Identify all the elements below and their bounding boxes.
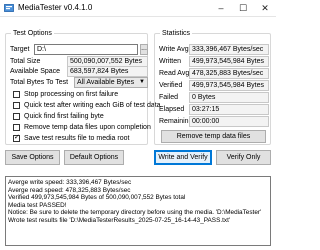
target-input[interactable]: D:\ [34, 44, 138, 55]
app-icon [4, 4, 14, 12]
browse-button[interactable]: ... [140, 44, 148, 55]
write-avg-label: Write Avg [159, 46, 189, 53]
written-label: Written [159, 58, 182, 65]
elapsed-value: 03:27:15 [189, 104, 269, 115]
log-line: Wrote test results file 'D:\MediaTesterR… [8, 216, 231, 224]
statistics-title: Statistics [160, 29, 193, 38]
target-label: Target [10, 46, 30, 53]
chevron-down-icon: ▼ [139, 79, 145, 85]
log-line: Media test PASSED! [8, 201, 67, 209]
statistics-group: Statistics Write Avg 333,396,467 Bytes/s… [154, 29, 271, 145]
log-line: Averge read speed: 478,325,883 Bytes/sec [8, 186, 131, 194]
total-bytes-select[interactable]: All Available Bytes ▼ [74, 77, 148, 88]
checkbox-label: Save test results file to media root [24, 135, 130, 142]
log-line: Averge write speed: 333,396,467 Bytes/se… [8, 179, 132, 186]
window-title: MediaTester v0.4.1.0 [18, 3, 93, 12]
checkbox-label: Stop processing on first failure [24, 91, 119, 98]
verify-only-button[interactable]: Verify Only [216, 150, 271, 165]
read-avg-value: 478,325,883 Bytes/sec [189, 68, 269, 79]
maximize-button[interactable]: ☐ [232, 0, 254, 17]
available-space-value: 683,597,824 Bytes [67, 66, 148, 77]
total-size-label: Total Size [10, 58, 41, 65]
remove-temp-files-button[interactable]: Remove temp data files [161, 130, 266, 143]
checkbox-box[interactable] [13, 113, 20, 120]
title-bar: MediaTester v0.4.1.0 – ☐ ✕ [0, 0, 276, 17]
checkbox-label: Quick find first failing byte [24, 113, 104, 120]
minimize-button[interactable]: – [210, 0, 232, 17]
remaining-value: 00:00:00 [189, 116, 269, 127]
log-line: Verified 499,973,545,984 Bytes of 500,09… [8, 194, 186, 202]
written-value: 499,973,545,984 Bytes [189, 56, 269, 67]
write-avg-value: 333,396,467 Bytes/sec [189, 44, 269, 55]
total-bytes-label: Total Bytes To Test [10, 79, 69, 86]
log-line: Notice: Be sure to delete the temporary … [8, 209, 262, 217]
elapsed-label: Elapsed [159, 106, 185, 113]
close-button[interactable]: ✕ [254, 0, 276, 17]
default-options-button[interactable]: Default Options [64, 150, 124, 165]
remaining-label: Remaining [159, 118, 193, 125]
verified-label: Verified [159, 82, 183, 89]
verified-value: 499,973,545,984 Bytes [189, 80, 269, 91]
checkbox-box[interactable] [13, 91, 20, 98]
failed-value: 0 Bytes [189, 92, 269, 103]
checkbox-box-checked[interactable] [13, 133, 20, 143]
total-bytes-selected: All Available Bytes [77, 79, 135, 86]
test-options-group: Test Options Target D:\ ... Total Size 5… [5, 29, 161, 145]
save-options-button[interactable]: Save Options [5, 150, 60, 165]
write-and-verify-button[interactable]: Write and Verify [154, 150, 212, 165]
test-options-title: Test Options [11, 29, 54, 38]
checkbox-box[interactable] [13, 102, 20, 109]
available-space-label: Available Space [10, 68, 61, 75]
log-output[interactable]: Averge write speed: 333,396,467 Bytes/se… [5, 176, 271, 246]
failed-label: Failed [159, 94, 179, 101]
checkbox-label: Remove temp data files upon completion [24, 124, 151, 131]
checkbox-label: Quick test after writing each GiB of tes… [24, 102, 161, 109]
checkbox-box[interactable] [13, 124, 20, 131]
read-avg-label: Read Avg [159, 70, 190, 77]
